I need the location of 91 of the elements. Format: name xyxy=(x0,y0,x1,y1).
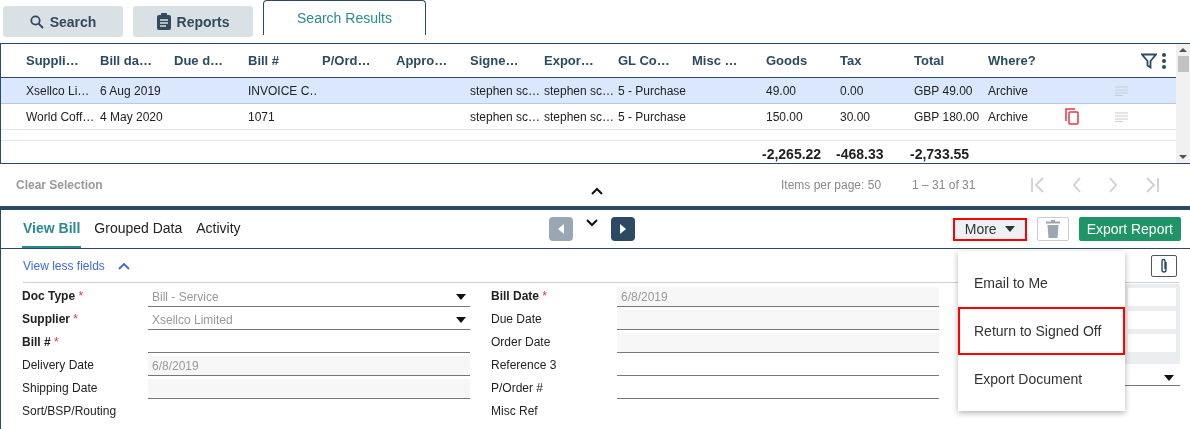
triangle-left-icon xyxy=(558,224,564,234)
delete-button[interactable] xyxy=(1036,217,1069,241)
menu-item[interactable]: Return to Signed Off xyxy=(958,307,1125,355)
required-mark: * xyxy=(73,312,79,326)
next-button[interactable] xyxy=(611,217,635,241)
column-header[interactable]: Misc … xyxy=(688,53,762,68)
table-cell: 0.00 xyxy=(840,83,864,98)
tab[interactable]: Reports xyxy=(133,6,253,37)
menu-item[interactable]: Export Document xyxy=(958,355,1125,403)
field-label: Reference 3 xyxy=(491,358,557,372)
column-header[interactable]: Where? xyxy=(984,53,1058,68)
total-value: -2,733.55 xyxy=(910,146,970,162)
export-report-button[interactable]: Export Report xyxy=(1078,217,1181,241)
table-cell: stephen sc… xyxy=(470,83,540,98)
column-header[interactable]: Signe… xyxy=(466,53,540,68)
table-cell: stephen sc… xyxy=(544,109,614,124)
column-header[interactable]: Appro… xyxy=(392,53,466,68)
caret-icon xyxy=(456,293,466,300)
paperclip-icon xyxy=(1160,257,1168,274)
field-label: Delivery Date xyxy=(22,358,95,372)
column-header[interactable]: Tax xyxy=(836,53,910,68)
table-cell: 1071 xyxy=(248,109,275,124)
table-cell: 4 May 2020 xyxy=(100,109,163,124)
tab[interactable]: Search Results xyxy=(263,0,426,35)
table-cell: 5 - Purchase xyxy=(618,83,687,98)
field-label: Misc Ref xyxy=(491,404,538,418)
items-per-page-label: Items per page: 50 xyxy=(781,178,882,192)
page-range-label: 1 – 31 of 31 xyxy=(912,178,976,192)
table-cell: Archive xyxy=(988,83,1028,98)
trash-icon xyxy=(1045,220,1060,238)
column-header[interactable]: Due d… xyxy=(170,53,244,68)
field-label: Bill Date xyxy=(491,289,539,303)
table-cell: 30.00 xyxy=(840,109,871,124)
chevron-up-icon[interactable] xyxy=(591,187,603,195)
field-label: Due Date xyxy=(491,312,542,326)
column-header[interactable]: Bill # xyxy=(244,53,318,68)
field-label: Shipping Date xyxy=(22,381,98,395)
caret-icon xyxy=(456,316,466,323)
table-row[interactable]: World Coff… 4 May 2020 1071 stephen sc… stephen sc… 5 - Purchase 150.00 30.00 GBP 180.00 Archive xyxy=(1,104,1176,130)
column-header[interactable]: Bill da… xyxy=(96,53,170,68)
attachment-button[interactable] xyxy=(1151,254,1177,277)
search-icon xyxy=(29,14,44,29)
column-header[interactable]: Suppli… xyxy=(22,53,96,68)
field-label: Supplier xyxy=(22,312,70,326)
tab[interactable]: Activity xyxy=(195,210,242,248)
input-field[interactable] xyxy=(617,310,939,330)
column-header[interactable]: Total xyxy=(910,53,984,68)
table-cell: 5 - Purchase xyxy=(618,109,687,124)
column-header[interactable]: Expor… xyxy=(540,53,614,68)
table-cell: stephen sc… xyxy=(544,83,614,98)
table-row[interactable]: Xsellco Li… 6 Aug 2019 INVOICE C… stephen sc… stephen sc… 5 - Purchase 49.00 0.00 GBP 49.00 Archive xyxy=(1,78,1176,104)
required-mark: * xyxy=(54,335,59,349)
table-cell: INVOICE C… xyxy=(248,83,318,98)
caret-icon xyxy=(1164,374,1174,381)
column-header[interactable]: Goods xyxy=(762,53,836,68)
more-button[interactable]: More xyxy=(952,217,1027,241)
table-cell: Xsellco Li… xyxy=(26,83,90,98)
more-options-icon[interactable] xyxy=(1162,52,1166,69)
table-cell: 150.00 xyxy=(766,109,803,124)
table-cell: 49.00 xyxy=(766,83,797,98)
menu-item[interactable]: Email to Me xyxy=(958,259,1125,307)
field-label: Doc Type xyxy=(22,289,76,303)
required-mark: * xyxy=(542,289,548,303)
field-label: Order Date xyxy=(491,335,551,349)
field-label: P/Order # xyxy=(491,381,544,395)
tab[interactable]: View Bill xyxy=(22,210,82,248)
table-cell: Archive xyxy=(988,109,1028,124)
filter-icon[interactable] xyxy=(1141,52,1157,69)
total-value: -2,265.22 xyxy=(762,146,822,162)
required-mark: * xyxy=(78,289,84,303)
input-field[interactable] xyxy=(148,379,470,399)
tab[interactable]: Search xyxy=(3,6,123,37)
triangle-right-icon xyxy=(620,224,626,234)
scrollbar[interactable] xyxy=(1176,44,1190,163)
column-header[interactable]: GL Co… xyxy=(614,53,688,68)
view-less-fields-link[interactable]: View less fields xyxy=(23,258,105,273)
tab[interactable]: Grouped Data xyxy=(93,210,184,248)
total-value: -468.33 xyxy=(836,146,884,162)
field-label: Bill # xyxy=(22,335,51,349)
column-header[interactable]: P/Ord… xyxy=(318,53,392,68)
clipboard-icon xyxy=(156,13,171,30)
caret-icon xyxy=(1004,226,1015,232)
chevron-down-icon[interactable] xyxy=(586,219,598,227)
table-cell: World Coff… xyxy=(26,109,95,124)
copy-icon[interactable] xyxy=(1065,108,1079,125)
field-label: Sort/BSP/Routing xyxy=(22,404,117,418)
table-cell: 6 Aug 2019 xyxy=(100,83,161,98)
table-cell: stephen sc… xyxy=(470,109,540,124)
table-cell: GBP 49.00 xyxy=(914,83,973,98)
table-cell: GBP 180.00 xyxy=(914,109,980,124)
input-field[interactable] xyxy=(617,333,939,353)
